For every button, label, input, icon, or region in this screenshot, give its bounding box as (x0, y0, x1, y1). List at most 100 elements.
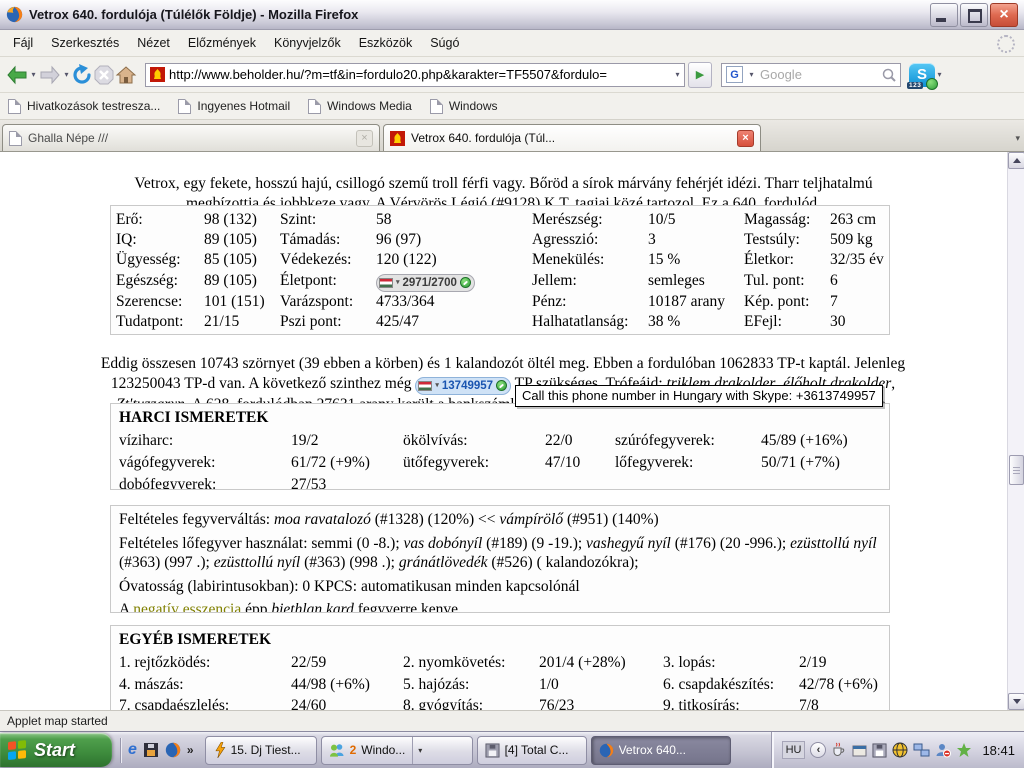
skill-label: 3. lopás: (663, 652, 799, 674)
java-icon[interactable] (831, 742, 847, 758)
hp-value: 2971/2700 (403, 273, 457, 293)
tab-close-button[interactable]: × (356, 130, 373, 147)
skype-badge-dropdown[interactable]: ▾ (435, 376, 439, 396)
conditional-settings-box: Feltételes fegyverváltás: moa ravatalozó… (110, 505, 890, 613)
menu-view[interactable]: Nézet (128, 32, 179, 54)
restore-button[interactable] (960, 3, 988, 27)
tab-list-dropdown[interactable]: ▾ (1015, 133, 1020, 144)
messenger-status-icon[interactable] (935, 742, 951, 758)
stat-label: Menekülés: (532, 250, 648, 270)
search-icon[interactable] (882, 68, 896, 82)
tab-vetrox-fordulo[interactable]: Vetrox 640. fordulója (Túl... × (383, 124, 761, 151)
url-dropdown[interactable]: ▾ (673, 70, 682, 79)
skill-value: 24/60 (291, 695, 403, 710)
firefox-icon (6, 6, 23, 23)
menu-edit[interactable]: Szerkesztés (42, 32, 128, 54)
skype-logo-icon: S (917, 66, 927, 83)
floppy-app-icon[interactable] (143, 742, 159, 758)
stop-button[interactable] (93, 61, 115, 89)
forward-dropdown[interactable]: ▾ (62, 70, 71, 79)
stat-label: Tudatpont: (116, 312, 204, 332)
task-firefox-vetrox[interactable]: Vetrox 640... (591, 736, 731, 765)
skype-toolbar-button[interactable]: S 123 (909, 63, 935, 87)
skill-label: 8. gyógyítás: (403, 695, 539, 710)
toolbar-grip[interactable] (120, 738, 121, 763)
network-icon[interactable] (913, 743, 930, 758)
skype-call-icon[interactable] (460, 277, 471, 288)
bookmark-page-icon (430, 99, 443, 114)
search-bar[interactable]: G ▾ (721, 63, 901, 87)
url-input[interactable] (169, 67, 669, 82)
globe-icon[interactable] (892, 742, 908, 758)
skype-badge-dropdown[interactable]: ▾ (396, 273, 400, 293)
winamp-icon (213, 742, 226, 758)
minimize-button[interactable] (930, 3, 958, 27)
bookmark-item[interactable]: Ingyenes Hotmail (178, 99, 290, 114)
reload-button[interactable] (71, 61, 93, 89)
back-dropdown[interactable]: ▾ (29, 70, 38, 79)
stat-label: Egészség: (116, 271, 204, 292)
skype-dropdown[interactable]: ▾ (935, 70, 944, 79)
stat-label: Erő: (116, 210, 204, 230)
hungary-flag-icon (379, 278, 393, 288)
stat-value: 21/15 (204, 312, 280, 332)
task-total-commander[interactable]: [4] Total C... (477, 736, 587, 765)
firefox-quicklaunch-icon[interactable] (165, 742, 181, 758)
start-button[interactable]: Start (0, 733, 112, 767)
tab-ghalla-nepe[interactable]: Ghalla Népe /// × (2, 124, 380, 151)
bookmark-item[interactable]: Hivatkozások testresza... (8, 99, 160, 114)
close-button[interactable]: × (990, 3, 1018, 27)
internet-explorer-icon[interactable]: e (128, 741, 137, 759)
task-messenger-group[interactable]: 2 Windo... ▾ (321, 736, 473, 765)
skype-call-icon[interactable] (496, 380, 507, 391)
other-skills-box: EGYÉB ISMERETEK 1. rejtőzködés:22/592. n… (110, 625, 890, 710)
menu-history[interactable]: Előzmények (179, 32, 265, 54)
home-button[interactable] (115, 61, 137, 89)
skill-value: 19/2 (291, 430, 403, 452)
skill-value: 2/19 (799, 652, 881, 674)
scrollbar-thumb[interactable] (1009, 455, 1024, 485)
stat-label: Védekezés: (280, 250, 376, 270)
tab-close-button[interactable]: × (737, 130, 754, 147)
stat-value: 263 cm (830, 210, 889, 230)
scroll-down-button[interactable] (1008, 693, 1024, 710)
item-name: vashegyű nyíl (586, 535, 671, 552)
go-button[interactable]: ▶ (688, 62, 712, 88)
skill-value: 45/89 (+16%) (761, 430, 881, 452)
app-window-icon[interactable] (852, 743, 867, 758)
quick-launch-overflow-chevron[interactable]: » (187, 743, 194, 757)
bookmark-item[interactable]: Windows Media (308, 99, 412, 114)
essence-line: A negatív esszencia épp biethlan kard fe… (119, 600, 881, 613)
back-button[interactable] (5, 61, 29, 89)
navigation-toolbar: ▾ ▾ ▾ ▶ G ▾ S 123 ▾ (0, 57, 1024, 93)
scroll-up-button[interactable] (1008, 152, 1024, 169)
floppy-tray-icon[interactable] (872, 743, 887, 758)
language-indicator[interactable]: HU (782, 741, 806, 759)
search-engine-dropdown[interactable]: ▾ (747, 70, 756, 79)
essence-link[interactable]: negatív esszencia (133, 601, 241, 613)
menu-bookmarks[interactable]: Könyvjelzők (265, 32, 350, 54)
taskbar-clock[interactable]: 18:41 (982, 743, 1015, 758)
skype-number-badge[interactable]: ▾2971/2700 (376, 274, 475, 292)
menu-file[interactable]: Fájl (4, 32, 42, 54)
skill-label: szúrófegyverek: (615, 430, 761, 452)
bookmark-page-icon (178, 99, 191, 114)
vertical-scrollbar[interactable] (1007, 152, 1024, 710)
search-input[interactable] (760, 67, 878, 82)
menu-help[interactable]: Súgó (421, 32, 468, 54)
task-winamp[interactable]: 15. Dj Tiest... (205, 736, 317, 765)
task-group-dropdown[interactable]: ▾ (412, 737, 422, 764)
stat-value: 6 (830, 271, 889, 292)
url-bar[interactable]: ▾ (145, 63, 685, 87)
menu-tools[interactable]: Eszközök (350, 32, 422, 54)
forward-button[interactable] (38, 61, 62, 89)
skype-number-badge[interactable]: ▾13749957 (415, 377, 511, 395)
skill-value: 1/0 (539, 674, 663, 696)
item-name: ezüsttollú nyíl (790, 535, 877, 552)
stat-value: 15 % (648, 250, 744, 270)
skill-value: 47/10 (545, 452, 615, 474)
stat-label: Szint: (280, 210, 376, 230)
hide-icons-chevron-button[interactable]: ‹ (810, 742, 826, 758)
bookmark-item[interactable]: Windows (430, 99, 498, 114)
update-icon[interactable] (956, 742, 972, 758)
